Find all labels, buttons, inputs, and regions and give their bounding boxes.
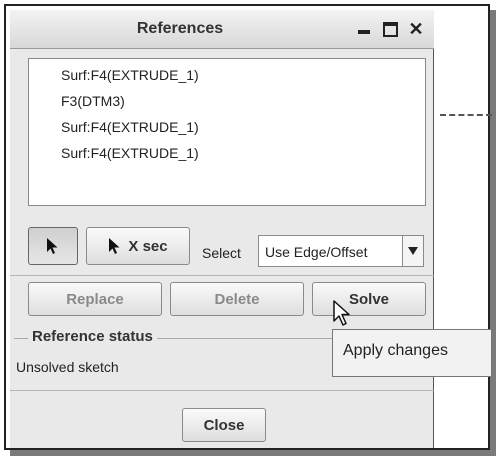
reference-status-title: Reference status	[28, 328, 157, 345]
dialog-title: References	[136, 20, 224, 37]
list-item[interactable]: Surf:F4(EXTRUDE_1)	[61, 119, 199, 135]
references-list[interactable]: Surf:F4(EXTRUDE_1) F3(DTM3) Surf:F4(EXTR…	[28, 58, 426, 206]
tooltip: Apply changes	[332, 329, 492, 377]
replace-button[interactable]: Replace	[28, 282, 162, 316]
minimize-icon[interactable]	[354, 19, 374, 39]
maximize-icon[interactable]	[380, 19, 400, 39]
divider	[10, 275, 434, 276]
solve-button[interactable]: Solve	[312, 282, 426, 316]
xsec-label: X sec	[128, 237, 168, 255]
reference-status-value: Unsolved sketch	[16, 359, 119, 375]
close-icon[interactable]: ✕	[406, 19, 426, 39]
list-item[interactable]: Surf:F4(EXTRUDE_1)	[61, 145, 199, 161]
references-dialog: References ✕ Surf:F4(EXTRUDE_1) F3(DTM3)…	[10, 10, 434, 448]
dialog-titlebar: References ✕	[10, 10, 434, 49]
arrow-pointer-icon	[109, 238, 120, 254]
arrow-pointer-icon	[47, 238, 58, 254]
mouse-cursor-icon	[333, 300, 350, 326]
divider	[10, 390, 434, 391]
select-label: Select	[202, 245, 241, 261]
chevron-down-icon[interactable]	[402, 236, 423, 266]
select-dropdown[interactable]: Use Edge/Offset	[258, 235, 424, 267]
list-item[interactable]: Surf:F4(EXTRUDE_1)	[61, 67, 199, 83]
select-dropdown-value: Use Edge/Offset	[265, 244, 368, 260]
xsec-button[interactable]: X sec	[86, 227, 190, 265]
list-item[interactable]: F3(DTM3)	[61, 93, 125, 109]
sketch-dashed-line	[440, 114, 492, 116]
select-arrow-button[interactable]	[28, 227, 78, 265]
close-button[interactable]: Close	[182, 408, 266, 442]
delete-button[interactable]: Delete	[170, 282, 304, 316]
